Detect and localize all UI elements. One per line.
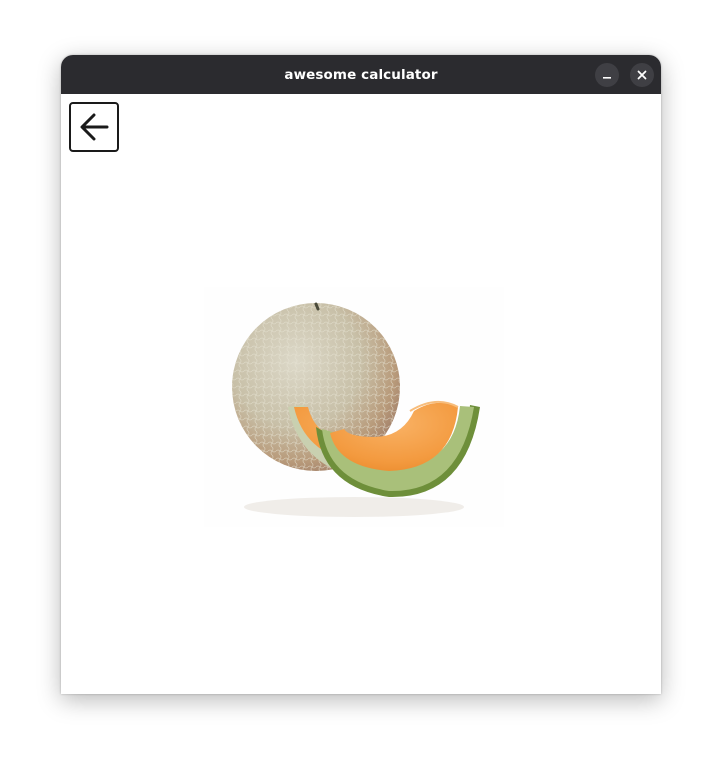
cantaloupe-picture [232,302,480,517]
minimize-button[interactable] [595,63,619,87]
close-button[interactable] [630,63,654,87]
minimize-icon [603,77,611,79]
melon-image [204,287,504,527]
close-icon [637,70,647,80]
back-button[interactable] [69,102,119,152]
main-content [61,94,661,694]
window-title: awesome calculator [284,66,438,83]
arrow-left-icon [80,113,109,141]
title-bar[interactable]: awesome calculator [61,55,661,94]
app-window: awesome calculator [61,55,661,694]
